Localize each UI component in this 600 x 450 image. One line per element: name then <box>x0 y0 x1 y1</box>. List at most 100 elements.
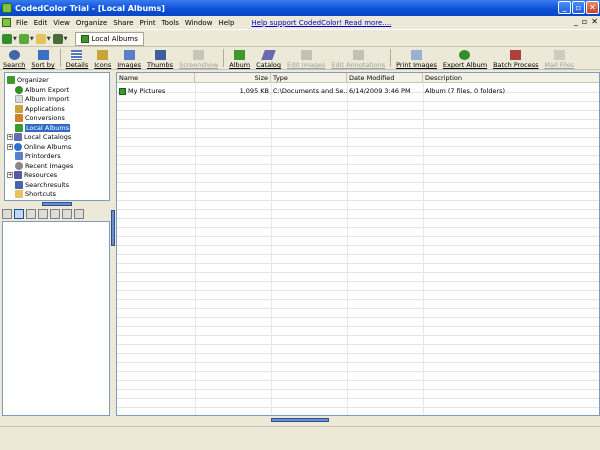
tree-item-organizer[interactable]: Organizer <box>7 75 49 84</box>
mdi-close-button[interactable]: ✕ <box>591 17 598 26</box>
print-images-button[interactable]: Print Images <box>393 47 440 69</box>
edit-images-icon <box>300 50 312 60</box>
tree-item-album-export[interactable]: Album Export <box>15 85 69 94</box>
maximize-button[interactable]: ▫ <box>572 1 585 14</box>
edit-annotations-button[interactable]: Edit Annotations <box>328 47 388 69</box>
export-album-button[interactable]: Export Album <box>440 47 490 69</box>
menu-organize[interactable]: Organize <box>73 19 110 27</box>
list-grid <box>117 84 599 415</box>
column-date-modified[interactable]: Date Modified <box>347 73 423 83</box>
panel-tab-strip <box>2 208 110 220</box>
help-support-link[interactable]: Help support CodedColor! Read more.... <box>251 19 391 27</box>
preview-tab-icon[interactable] <box>2 209 12 219</box>
back-dropdown[interactable]: ▼ <box>18 33 34 44</box>
window-title: CodedColor Trial - [Local Albums] <box>15 3 165 13</box>
icons-grid-icon <box>97 50 109 60</box>
menu-print[interactable]: Print <box>136 19 158 27</box>
album-icon <box>81 34 90 43</box>
menu-edit[interactable]: Edit <box>31 19 51 27</box>
annotation-tab-icon[interactable] <box>62 209 72 219</box>
screenshow-button[interactable]: Screenshow <box>176 47 221 69</box>
splitter-grip[interactable] <box>271 418 329 422</box>
export-globe-icon <box>459 50 471 60</box>
splitter-grip[interactable] <box>42 202 72 206</box>
tree-item-local-albums[interactable]: Local Albums <box>15 123 71 132</box>
menu-file[interactable]: File <box>13 19 31 27</box>
menu-tools[interactable]: Tools <box>159 19 182 27</box>
album-icon <box>119 87 126 95</box>
column-name[interactable]: Name <box>117 73 195 83</box>
batch-process-button[interactable]: Batch Process <box>490 47 541 69</box>
thumbs-view-button[interactable]: Thumbs <box>144 47 176 69</box>
album-icon <box>15 123 23 132</box>
monitor-icon <box>52 33 63 44</box>
document-icon[interactable] <box>2 18 11 27</box>
applications-icon <box>15 104 23 113</box>
mail-files-button[interactable]: Mail Files <box>542 47 578 69</box>
annotation-icon <box>352 50 364 60</box>
edit-images-button[interactable]: Edit Images <box>284 47 328 69</box>
close-button[interactable]: ✕ <box>586 1 599 14</box>
search-button[interactable]: Search <box>0 47 28 69</box>
images-view-button[interactable]: Images <box>114 47 144 69</box>
menu-window[interactable]: Window <box>182 19 216 27</box>
properties-panel[interactable] <box>2 221 110 416</box>
info-tab-icon[interactable] <box>14 209 24 219</box>
menu-view[interactable]: View <box>50 19 73 27</box>
layout-tab-icon[interactable] <box>74 209 84 219</box>
splitter-grip[interactable] <box>111 210 115 246</box>
edit-tab-icon[interactable] <box>38 209 48 219</box>
menu-help[interactable]: Help <box>215 19 237 27</box>
mdi-restore-button[interactable]: ▫ <box>582 17 587 26</box>
bottom-splitter[interactable] <box>116 417 600 423</box>
sort-by-button[interactable]: Sort by <box>28 47 57 69</box>
import-icon <box>15 94 23 103</box>
image-tab-icon[interactable] <box>50 209 60 219</box>
tree-item-album-import[interactable]: Album Import <box>15 94 69 103</box>
toolbar-separator <box>223 49 225 67</box>
mail-icon <box>553 50 565 60</box>
cell-type: C:\Documents and Se... <box>273 87 347 95</box>
tab-local-albums[interactable]: Local Albums <box>75 31 144 46</box>
new-dropdown[interactable]: ▼ <box>2 33 17 44</box>
open-folder-dropdown[interactable]: ▼ <box>35 33 51 44</box>
expand-toggle[interactable]: + <box>7 143 13 150</box>
cell-name: My Pictures <box>117 86 195 96</box>
thumbnails-icon <box>154 50 166 60</box>
file-list-view[interactable]: Name Size Type Date Modified Description… <box>116 72 600 416</box>
folder-icon <box>35 33 46 44</box>
tree-item-online-albums[interactable]: + Online Albums <box>7 142 71 151</box>
album-button[interactable]: Album <box>226 47 253 69</box>
horizontal-splitter[interactable] <box>4 202 110 207</box>
expand-toggle[interactable]: + <box>7 133 13 140</box>
tree-item-printorders[interactable]: Printorders <box>15 151 61 160</box>
minimize-button[interactable]: _ <box>558 1 571 14</box>
menu-share[interactable]: Share <box>110 19 136 27</box>
cell-date-modified: 6/14/2009 3:46 PM <box>349 87 411 95</box>
tree-item-shortcuts[interactable]: Shortcuts <box>15 189 56 198</box>
mdi-minimize-button[interactable]: _ <box>574 17 578 26</box>
details-view-button[interactable]: Details <box>63 47 92 69</box>
view-dropdown[interactable]: ▼ <box>52 33 67 44</box>
column-description[interactable]: Description <box>423 73 599 83</box>
table-row[interactable]: My Pictures 1,095 KB C:\Documents and Se… <box>117 86 599 96</box>
tree-item-applications[interactable]: Applications <box>15 104 65 113</box>
details-list-icon <box>71 50 83 60</box>
properties-tab-icon[interactable] <box>26 209 36 219</box>
icons-view-button[interactable]: Icons <box>91 47 114 69</box>
tree-item-resources[interactable]: + Resources <box>7 170 57 179</box>
tree-item-local-catalogs[interactable]: + Local Catalogs <box>7 132 71 141</box>
toolbar-separator <box>390 49 392 67</box>
organizer-icon <box>7 75 15 84</box>
tree-item-searchresults[interactable]: Searchresults <box>15 180 69 189</box>
new-icon <box>2 33 12 44</box>
column-size[interactable]: Size <box>195 73 271 83</box>
column-type[interactable]: Type <box>271 73 347 83</box>
expand-toggle[interactable]: + <box>7 171 13 178</box>
tree-item-recent-images[interactable]: Recent Images <box>15 161 73 170</box>
organizer-tree[interactable]: Organizer Album Export Album Import Appl… <box>4 72 110 201</box>
binoculars-icon <box>8 50 20 60</box>
tree-item-conversions[interactable]: Conversions <box>15 113 65 122</box>
back-arrow-icon <box>18 33 29 44</box>
catalog-button[interactable]: Catalog <box>253 47 284 69</box>
